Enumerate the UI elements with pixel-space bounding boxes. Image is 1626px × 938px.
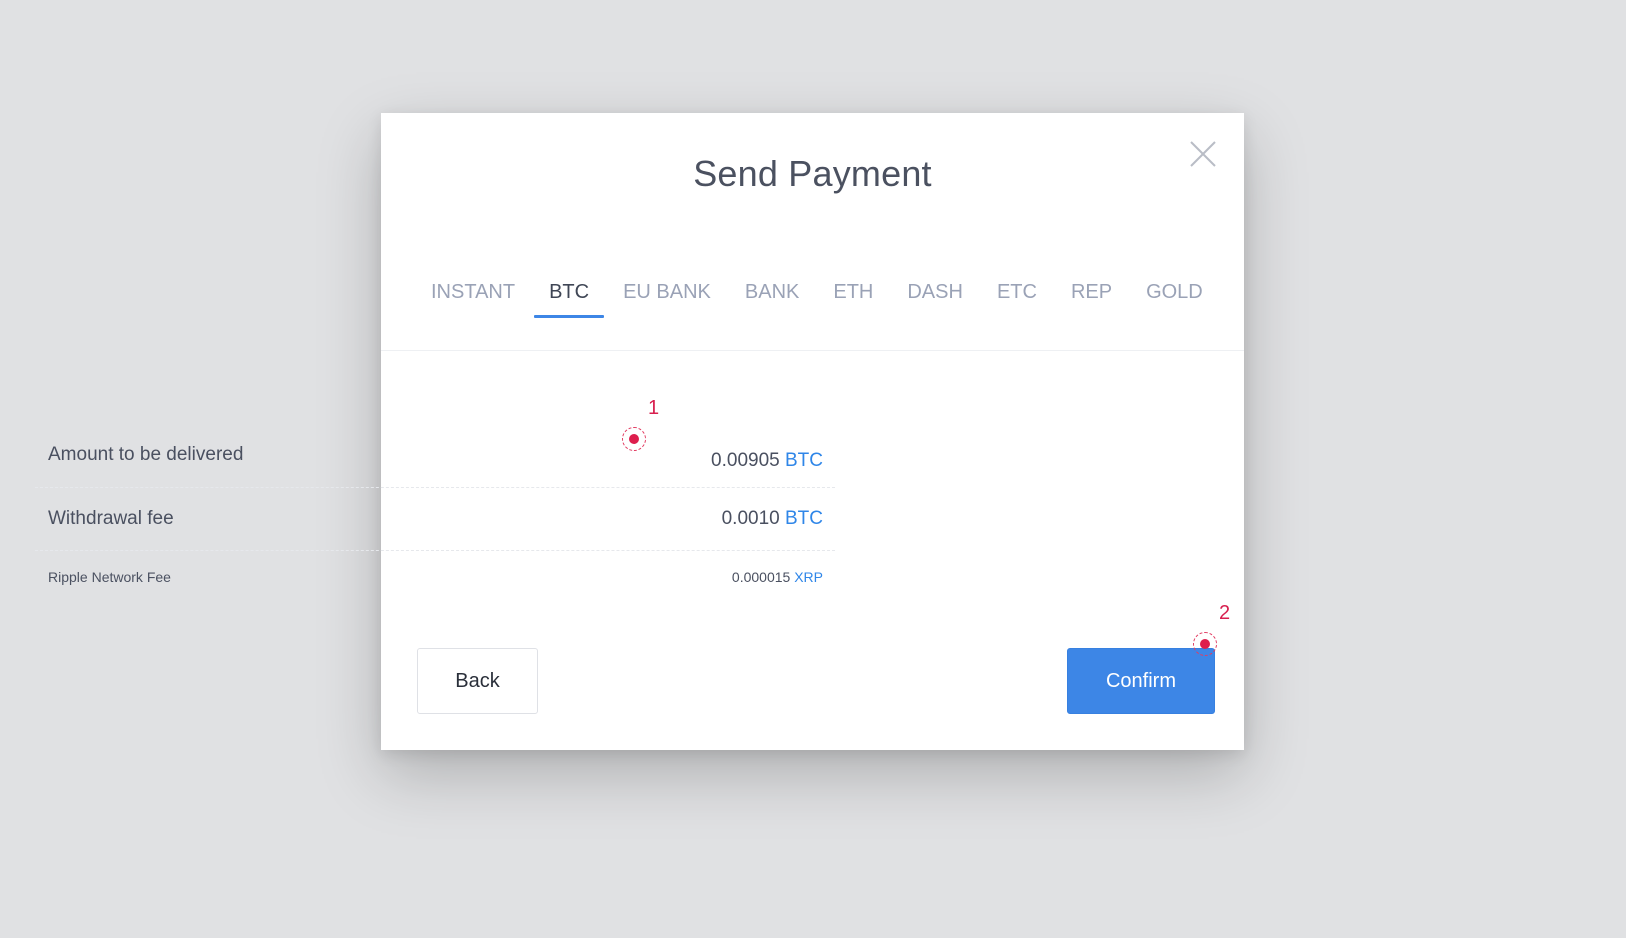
tab-etc[interactable]: ETC (980, 278, 1054, 326)
amount-number: 0.00905 (711, 450, 780, 471)
back-button[interactable]: Back (417, 648, 538, 714)
tab-btc[interactable]: BTC (532, 278, 606, 326)
hotspot-number-1: 1 (648, 397, 660, 419)
amount-unit: BTC (785, 450, 823, 471)
withdrawal-fee-value: 0.0010 BTC (722, 508, 823, 530)
withdrawal-fee-unit: BTC (785, 508, 823, 529)
ripple-fee-row: Ripple Network Fee 0.000015 XRP (35, 551, 835, 601)
withdrawal-fee-number: 0.0010 (721, 508, 780, 529)
amount-value: 0.00905 BTC (711, 450, 823, 472)
dialog-title: Send Payment (693, 153, 932, 194)
withdrawal-fee-row: Withdrawal fee 0.0010 BTC (35, 488, 835, 551)
close-icon[interactable] (1188, 139, 1218, 169)
amount-label: Amount to be delivered (48, 444, 244, 465)
tab-gold[interactable]: GOLD (1129, 278, 1220, 326)
amount-row: Amount to be delivered 0.00905 BTC (35, 390, 835, 488)
tab-instant[interactable]: INSTANT (431, 278, 532, 326)
hotspot-marker-2 (1193, 632, 1217, 656)
confirm-button[interactable]: Confirm (1067, 648, 1215, 714)
tab-dash[interactable]: DASH (890, 278, 980, 326)
ripple-fee-number: 0.000015 (731, 569, 791, 585)
payment-method-tabs: INSTANT BTC EU BANK BANK ETH DASH ETC RE… (431, 278, 1220, 326)
tab-divider (381, 350, 1244, 351)
hotspot-number-2: 2 (1219, 602, 1231, 624)
hotspot-marker-1 (622, 427, 646, 451)
tab-bank[interactable]: BANK (728, 278, 816, 326)
tab-eth[interactable]: ETH (816, 278, 890, 326)
tab-rep[interactable]: REP (1054, 278, 1129, 326)
ripple-fee-unit: XRP (794, 569, 823, 585)
withdrawal-fee-label: Withdrawal fee (48, 508, 174, 529)
tab-eu-bank[interactable]: EU BANK (606, 278, 728, 326)
ripple-fee-value: 0.000015 XRP (732, 569, 823, 585)
ripple-fee-label: Ripple Network Fee (48, 569, 171, 585)
